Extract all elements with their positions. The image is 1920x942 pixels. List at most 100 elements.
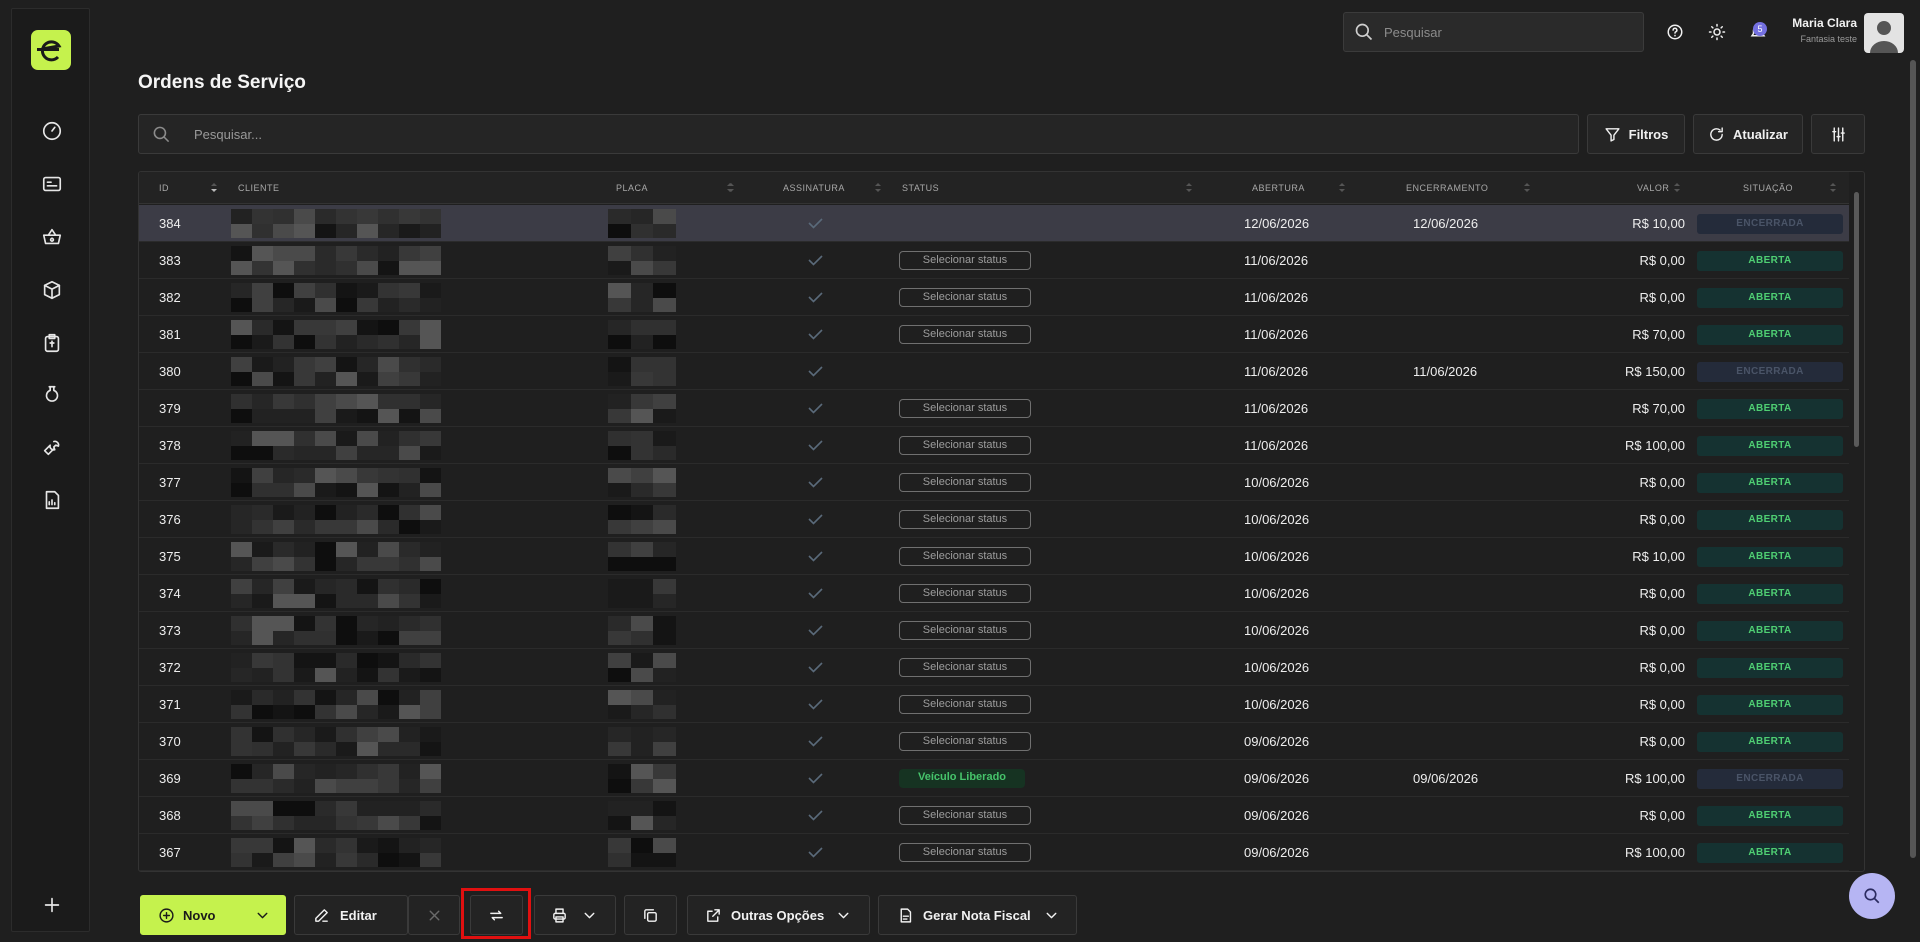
status-select[interactable]: Selecionar status [899, 806, 1031, 825]
table-row[interactable]: 376 Selecionar status 10/06/2026 R$ 0,00 ABE… [139, 501, 1849, 538]
basket-icon[interactable] [40, 225, 64, 249]
signature-check-icon [807, 364, 824, 378]
dashboard-icon[interactable] [40, 119, 64, 143]
col-assinatura[interactable]: ASSINATURA [783, 172, 881, 204]
global-search-input[interactable] [1384, 24, 1634, 40]
order-value: R$ 0,00 [1639, 623, 1685, 638]
table-row[interactable]: 370 Selecionar status 09/06/2026 R$ 0,00 ABE… [139, 723, 1849, 760]
duplicate-button[interactable] [624, 895, 677, 935]
new-button[interactable]: Novo [140, 895, 286, 935]
external-link-icon [707, 908, 720, 922]
print-button[interactable] [534, 895, 616, 935]
table-row[interactable]: 382 Selecionar status 11/06/2026 R$ 0,00 ABE… [139, 279, 1849, 316]
wrench-icon[interactable] [40, 435, 64, 459]
client-name-redacted [231, 431, 441, 460]
cancel-button[interactable] [408, 895, 460, 935]
other-options-button[interactable]: Outras Opções [687, 895, 870, 935]
status-select[interactable]: Selecionar status [899, 510, 1031, 529]
col-id[interactable]: ID [159, 172, 217, 204]
opening-date: 12/06/2026 [1244, 216, 1310, 231]
box-icon[interactable] [40, 278, 64, 302]
signature-check-icon [807, 401, 824, 415]
order-id: 372 [159, 660, 181, 675]
order-value: R$ 0,00 [1639, 253, 1685, 268]
table-row[interactable]: 378 Selecionar status 11/06/2026 R$ 100,00 A… [139, 427, 1849, 464]
table-search-input[interactable] [194, 126, 1494, 142]
status-select[interactable]: Selecionar status [899, 251, 1031, 270]
search-icon [1355, 23, 1373, 41]
status-select[interactable]: Selecionar status [899, 732, 1031, 751]
col-cliente[interactable]: CLIENTE [238, 172, 733, 204]
col-valor[interactable]: VALOR [1637, 172, 1680, 204]
theme-toggle-icon[interactable] [1707, 22, 1727, 42]
generate-invoice-button[interactable]: Gerar Nota Fiscal [878, 895, 1077, 935]
table-row[interactable]: 373 Selecionar status 10/06/2026 R$ 0,00 ABE… [139, 612, 1849, 649]
refresh-button[interactable]: Atualizar [1693, 114, 1803, 154]
col-placa[interactable]: PLACA [616, 172, 734, 204]
col-abertura[interactable]: ABERTURA [1252, 172, 1345, 204]
table-row[interactable]: 384 12/06/2026 12/06/2026 R$ 10,00 ENCERRADA [139, 205, 1849, 242]
signature-check-icon [807, 697, 824, 711]
table-row[interactable]: 375 Selecionar status 10/06/2026 R$ 10,00 AB… [139, 538, 1849, 575]
table-row[interactable]: 379 Selecionar status 11/06/2026 R$ 70,00 AB… [139, 390, 1849, 427]
chevron-down-icon[interactable] [581, 907, 598, 924]
table-row[interactable]: 369 Veículo Liberado 09/06/2026 09/06/2026 R… [139, 760, 1849, 797]
order-id: 376 [159, 512, 181, 527]
edit-button[interactable]: Editar [294, 895, 408, 935]
status-select[interactable]: Selecionar status [899, 325, 1031, 344]
sort-icon [1186, 183, 1192, 193]
table-row[interactable]: 380 11/06/2026 11/06/2026 R$ 150,00 ENCERRAD… [139, 353, 1849, 390]
table-row[interactable]: 383 Selecionar status 11/06/2026 R$ 0,00 ABE… [139, 242, 1849, 279]
id-card-icon[interactable] [40, 172, 64, 196]
table-row[interactable]: 374 Selecionar status 10/06/2026 R$ 0,00 ABE… [139, 575, 1849, 612]
bottle-icon[interactable] [40, 383, 64, 407]
status-select[interactable]: Veículo Liberado [899, 769, 1025, 788]
client-name-redacted [231, 468, 441, 497]
client-name-redacted [231, 394, 441, 423]
app-logo[interactable] [31, 30, 71, 70]
col-encerramento[interactable]: ENCERRAMENTO [1406, 172, 1530, 204]
floating-search-button[interactable] [1849, 873, 1895, 919]
table-row[interactable]: 371 Selecionar status 10/06/2026 R$ 0,00 ABE… [139, 686, 1849, 723]
status-select[interactable]: Selecionar status [899, 843, 1031, 862]
status-select[interactable]: Selecionar status [899, 621, 1031, 640]
order-id: 378 [159, 438, 181, 453]
status-select[interactable]: Selecionar status [899, 473, 1031, 492]
printer-icon [553, 907, 566, 923]
plate-redacted [608, 283, 676, 312]
opening-date: 10/06/2026 [1244, 475, 1310, 490]
table-row[interactable]: 368 Selecionar status 09/06/2026 R$ 0,00 ABE… [139, 797, 1849, 834]
col-status[interactable]: STATUS [902, 172, 1192, 204]
status-select[interactable]: Selecionar status [899, 399, 1031, 418]
plate-redacted [608, 246, 676, 275]
clipboard-icon[interactable] [40, 331, 64, 355]
new-label: Novo [183, 907, 216, 923]
plus-icon[interactable] [40, 893, 64, 917]
status-select[interactable]: Selecionar status [899, 436, 1031, 455]
plate-redacted [608, 394, 676, 423]
status-select[interactable]: Selecionar status [899, 658, 1031, 677]
table-row[interactable]: 377 Selecionar status 10/06/2026 R$ 0,00 ABE… [139, 464, 1849, 501]
global-search[interactable] [1343, 12, 1644, 52]
filters-label: Filtros [1628, 126, 1669, 142]
table-scrollbar[interactable] [1854, 192, 1859, 447]
help-icon[interactable] [1665, 22, 1685, 42]
report-icon[interactable] [40, 488, 64, 512]
table-row[interactable]: 367 Selecionar status 09/06/2026 R$ 100,00 A… [139, 834, 1849, 871]
signature-check-icon [807, 216, 824, 230]
page-scrollbar[interactable] [1910, 60, 1916, 858]
status-select[interactable]: Selecionar status [899, 547, 1031, 566]
signature-check-icon [807, 512, 824, 526]
status-select[interactable]: Selecionar status [899, 288, 1031, 307]
status-select[interactable]: Selecionar status [899, 584, 1031, 603]
avatar[interactable] [1864, 13, 1904, 53]
table-row[interactable]: 381 Selecionar status 11/06/2026 R$ 70,00 AB… [139, 316, 1849, 353]
col-situacao[interactable]: SITUAÇÃO [1743, 172, 1836, 204]
status-select[interactable]: Selecionar status [899, 695, 1031, 714]
refresh-label: Atualizar [1733, 126, 1788, 142]
table-search[interactable] [138, 114, 1579, 154]
column-settings-button[interactable] [1811, 114, 1865, 154]
chevron-down-icon[interactable] [254, 907, 271, 924]
table-row[interactable]: 372 Selecionar status 10/06/2026 R$ 0,00 ABE… [139, 649, 1849, 686]
filters-button[interactable]: Filtros [1587, 114, 1685, 154]
